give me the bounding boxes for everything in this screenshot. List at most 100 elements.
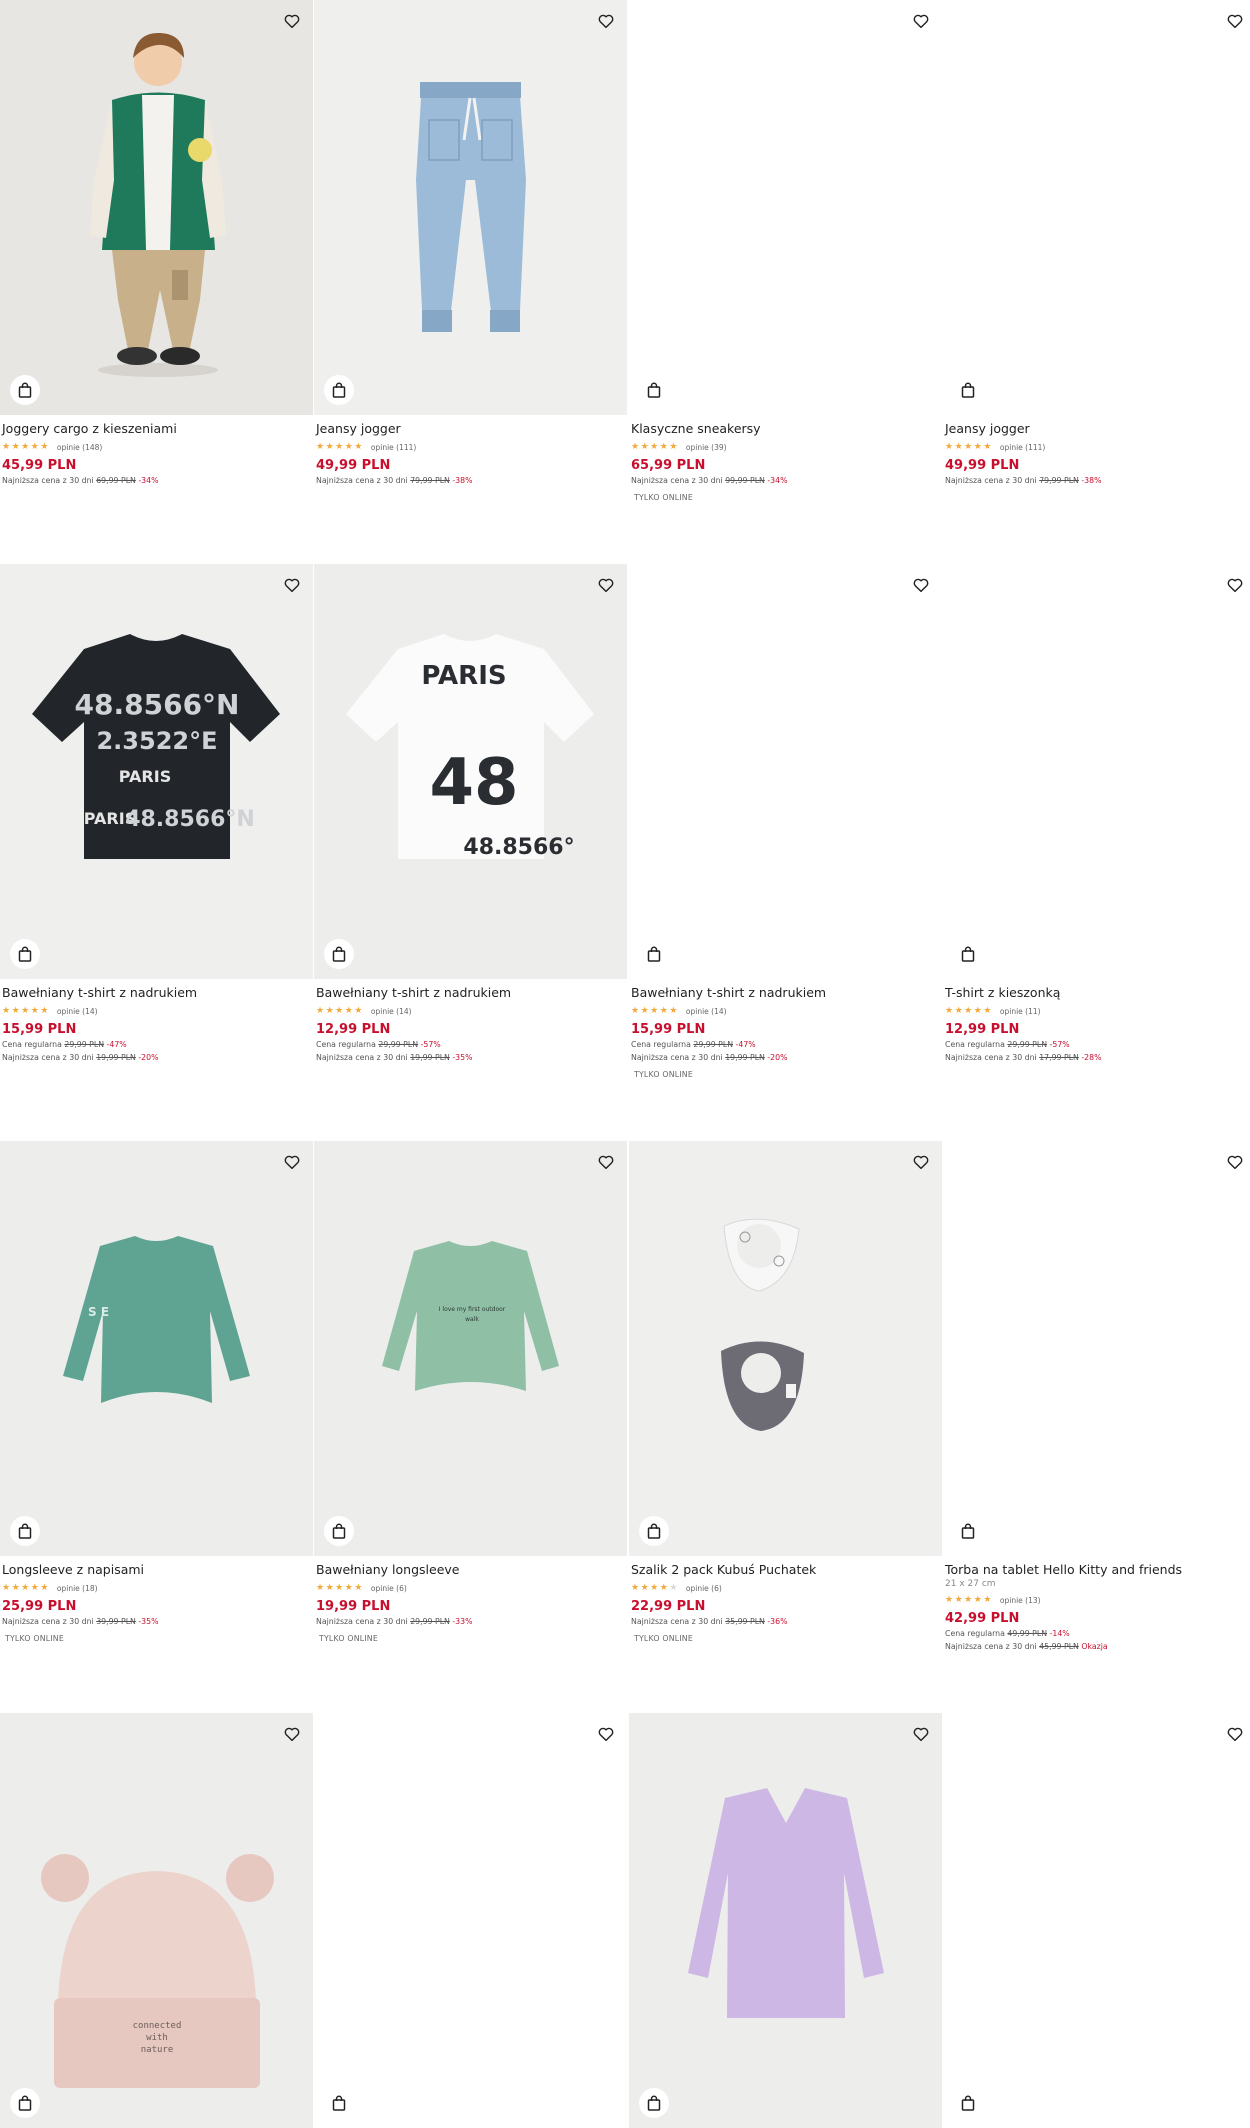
product-info: Bawełniany longsleeve ★★★★★ opinie (6) 19,9… bbox=[314, 1556, 627, 1643]
product-image[interactable] bbox=[629, 1141, 942, 1556]
product-name[interactable]: Bawełniany t-shirt z nadrukiem bbox=[2, 985, 311, 1001]
product-card[interactable]: Joggery cargo z kieszeniami ★★★★★ opinie (… bbox=[0, 0, 313, 487]
heart-icon[interactable] bbox=[280, 1150, 304, 1174]
product-card[interactable] bbox=[314, 1713, 627, 2128]
product-image[interactable] bbox=[943, 1141, 1250, 1556]
heart-icon[interactable] bbox=[280, 1722, 304, 1746]
price-history-line: Najniższa cena z 30 dni 69,99 PLN -34% bbox=[2, 476, 159, 485]
product-info: Szalik 2 pack Kubuś Puchatek ★★★★★ opinie … bbox=[629, 1556, 942, 1643]
shopping-bag-icon[interactable] bbox=[953, 375, 983, 405]
shopping-bag-icon[interactable] bbox=[639, 1516, 669, 1546]
heart-icon[interactable] bbox=[1223, 1150, 1247, 1174]
review-count[interactable]: opinie (14) bbox=[57, 1007, 98, 1016]
product-image[interactable]: S E bbox=[0, 1141, 313, 1556]
heart-icon[interactable] bbox=[594, 9, 618, 33]
product-name[interactable]: Klasyczne sneakersy bbox=[631, 421, 940, 437]
product-info: Jeansy jogger ★★★★★ opinie (111) 49,99 PLN N… bbox=[943, 415, 1250, 487]
review-count[interactable]: opinie (18) bbox=[57, 1584, 98, 1593]
review-count[interactable]: opinie (13) bbox=[1000, 1596, 1041, 1605]
product-image[interactable] bbox=[943, 1713, 1250, 2128]
product-name[interactable]: Torba na tablet Hello Kitty and friends bbox=[945, 1562, 1250, 1578]
shopping-bag-icon[interactable] bbox=[639, 2088, 669, 2118]
heart-icon[interactable] bbox=[1223, 9, 1247, 33]
review-count[interactable]: opinie (11) bbox=[1000, 1007, 1041, 1016]
product-name[interactable]: Bawełniany t-shirt z nadrukiem bbox=[316, 985, 625, 1001]
product-name[interactable]: Joggery cargo z kieszeniami bbox=[2, 421, 311, 437]
heart-icon[interactable] bbox=[909, 9, 933, 33]
product-image[interactable]: PARIS 48 48.8566° bbox=[314, 564, 627, 979]
shopping-bag-icon[interactable] bbox=[324, 375, 354, 405]
product-image[interactable] bbox=[943, 0, 1250, 415]
shopping-bag-icon[interactable] bbox=[953, 1516, 983, 1546]
heart-icon[interactable] bbox=[909, 573, 933, 597]
product-image[interactable] bbox=[314, 0, 627, 415]
review-count[interactable]: opinie (14) bbox=[371, 1007, 412, 1016]
product-card[interactable]: Jeansy jogger ★★★★★ opinie (111) 49,99 PLN N… bbox=[943, 0, 1250, 487]
product-name[interactable]: Bawełniany longsleeve bbox=[316, 1562, 625, 1578]
product-card[interactable]: Torba na tablet Hello Kitty and friends 2… bbox=[943, 1141, 1250, 1653]
product-card[interactable] bbox=[629, 1713, 942, 2128]
svg-text:2.3522°E: 2.3522°E bbox=[96, 727, 217, 755]
product-card[interactable]: connected with nature bbox=[0, 1713, 313, 2128]
shopping-bag-icon[interactable] bbox=[324, 2088, 354, 2118]
product-card[interactable]: 48.8566°N 2.3522°E PARIS PARIS 48.8566°N… bbox=[0, 564, 313, 1064]
product-image[interactable] bbox=[629, 1713, 942, 2128]
product-card[interactable]: S E Longsleeve z napisami ★★★★★ opinie (18… bbox=[0, 1141, 313, 1643]
product-image[interactable] bbox=[0, 0, 313, 415]
heart-icon[interactable] bbox=[1223, 573, 1247, 597]
product-name[interactable]: T-shirt z kieszonką bbox=[945, 985, 1250, 1001]
product-info: T-shirt z kieszonką ★★★★★ opinie (11) 12,99… bbox=[943, 979, 1250, 1064]
shopping-bag-icon[interactable] bbox=[10, 939, 40, 969]
review-count[interactable]: opinie (148) bbox=[57, 443, 102, 452]
heart-icon[interactable] bbox=[594, 1722, 618, 1746]
shopping-bag-icon[interactable] bbox=[324, 939, 354, 969]
review-count[interactable]: opinie (6) bbox=[686, 1584, 722, 1593]
product-card[interactable]: Bawełniany t-shirt z nadrukiem ★★★★★ opini… bbox=[629, 564, 942, 1079]
price-history-line: Cena regularna 29,99 PLN -57% bbox=[945, 1040, 1070, 1049]
product-name[interactable]: Jeansy jogger bbox=[945, 421, 1250, 437]
heart-icon[interactable] bbox=[909, 1722, 933, 1746]
product-card[interactable]: I love my first outdoor walk Bawełniany … bbox=[314, 1141, 627, 1643]
product-name[interactable]: Bawełniany t-shirt z nadrukiem bbox=[631, 985, 940, 1001]
heart-icon[interactable] bbox=[280, 9, 304, 33]
review-count[interactable]: opinie (6) bbox=[371, 1584, 407, 1593]
heart-icon[interactable] bbox=[909, 1150, 933, 1174]
product-price: 15,99 PLN bbox=[631, 1022, 706, 1037]
shopping-bag-icon[interactable] bbox=[10, 2088, 40, 2118]
product-name[interactable]: Jeansy jogger bbox=[316, 421, 625, 437]
review-count[interactable]: opinie (111) bbox=[1000, 443, 1045, 452]
product-name[interactable]: Longsleeve z napisami bbox=[2, 1562, 311, 1578]
heart-icon[interactable] bbox=[280, 573, 304, 597]
product-rating: ★★★★★ opinie (111) bbox=[945, 440, 1250, 454]
shopping-bag-icon[interactable] bbox=[324, 1516, 354, 1546]
product-card[interactable]: Jeansy jogger ★★★★★ opinie (111) 49,99 PLN N… bbox=[314, 0, 627, 487]
shopping-bag-icon[interactable] bbox=[639, 375, 669, 405]
product-image[interactable]: connected with nature bbox=[0, 1713, 313, 2128]
shopping-bag-icon[interactable] bbox=[10, 375, 40, 405]
product-image[interactable]: 48.8566°N 2.3522°E PARIS PARIS 48.8566°N bbox=[0, 564, 313, 979]
review-count[interactable]: opinie (14) bbox=[686, 1007, 727, 1016]
product-card[interactable]: Klasyczne sneakersy ★★★★★ opinie (39) 65,99… bbox=[629, 0, 942, 502]
shopping-bag-icon[interactable] bbox=[10, 1516, 40, 1546]
product-rating: ★★★★★ opinie (13) bbox=[945, 1593, 1250, 1607]
heart-icon[interactable] bbox=[594, 1150, 618, 1174]
shopping-bag-icon[interactable] bbox=[639, 939, 669, 969]
product-image[interactable] bbox=[629, 564, 942, 979]
product-card[interactable]: T-shirt z kieszonką ★★★★★ opinie (11) 12,99… bbox=[943, 564, 1250, 1064]
product-dimensions: 21 x 27 cm bbox=[945, 1579, 996, 1589]
review-count[interactable]: opinie (39) bbox=[686, 443, 727, 452]
product-image[interactable] bbox=[943, 564, 1250, 979]
product-card[interactable] bbox=[943, 1713, 1250, 2128]
shopping-bag-icon[interactable] bbox=[953, 2088, 983, 2118]
product-image[interactable] bbox=[314, 1713, 627, 2128]
product-card[interactable]: Szalik 2 pack Kubuś Puchatek ★★★★★ opinie … bbox=[629, 1141, 942, 1643]
heart-icon[interactable] bbox=[594, 573, 618, 597]
product-name[interactable]: Szalik 2 pack Kubuś Puchatek bbox=[631, 1562, 940, 1578]
product-card[interactable]: PARIS 48 48.8566° Bawełniany t-shirt z n… bbox=[314, 564, 627, 1064]
star-icon: ★★★★★ bbox=[2, 1006, 50, 1016]
review-count[interactable]: opinie (111) bbox=[371, 443, 416, 452]
shopping-bag-icon[interactable] bbox=[953, 939, 983, 969]
heart-icon[interactable] bbox=[1223, 1722, 1247, 1746]
product-image[interactable] bbox=[629, 0, 942, 415]
product-image[interactable]: I love my first outdoor walk bbox=[314, 1141, 627, 1556]
